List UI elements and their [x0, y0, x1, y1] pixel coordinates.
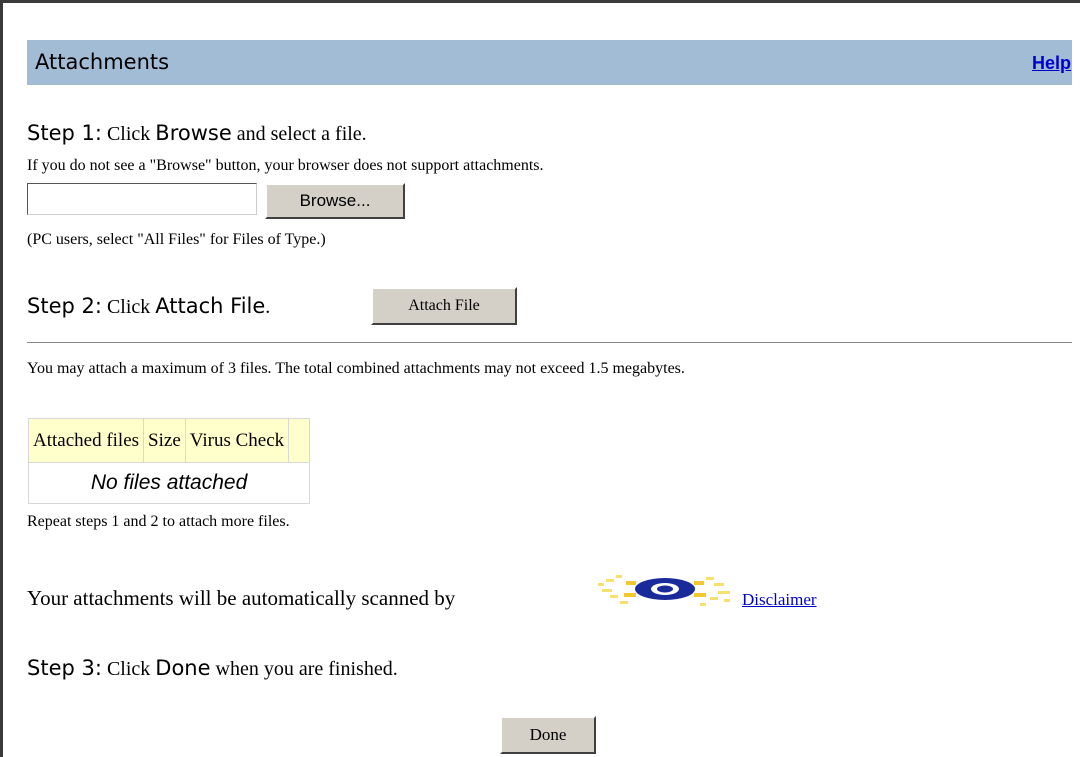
step3-label: Step 3: — [27, 656, 102, 680]
attachments-header-bar — [27, 40, 1072, 85]
file-path-input[interactable] — [27, 183, 257, 215]
step3-text-before: Click — [101, 658, 156, 680]
step2-keyword: Attach File — [155, 294, 266, 318]
pc-users-hint: (PC users, select "All Files" for Files … — [27, 231, 326, 248]
step2-heading: Step 2: Click Attach File. — [27, 294, 270, 319]
no-files-message: No files attached — [28, 462, 310, 504]
step3-heading: Step 3: Click Done when you are finished… — [27, 656, 398, 681]
table-row: No files attached — [28, 462, 310, 504]
page-title: Attachments — [35, 50, 170, 74]
virus-scanner-logo-icon — [598, 575, 730, 606]
step3-text-after: when you are finished. — [210, 658, 398, 680]
step1-text-after: and select a file. — [231, 123, 367, 145]
section-divider — [27, 342, 1072, 343]
step2-label: Step 2: — [27, 294, 102, 318]
table-header-row: Attached files Size Virus Check — [28, 418, 311, 463]
disclaimer-link[interactable]: Disclaimer — [742, 590, 817, 610]
window-top-border — [0, 0, 1080, 3]
step1-keyword: Browse — [155, 121, 232, 145]
column-header-virus-check: Virus Check — [185, 418, 290, 463]
browser-support-note: If you do not see a "Browse" button, you… — [27, 157, 544, 174]
step1-label: Step 1: — [27, 121, 102, 145]
step2-text-before: Click — [101, 296, 156, 318]
column-header-attached-files: Attached files — [28, 418, 145, 463]
attach-file-button[interactable]: Attach File — [371, 287, 517, 325]
attachment-limits-text: You may attach a maximum of 3 files. The… — [27, 360, 685, 377]
scan-notice-text: Your attachments will be automatically s… — [27, 586, 456, 610]
column-header-action — [288, 418, 311, 463]
attachments-table: Attached files Size Virus Check No files… — [28, 418, 311, 504]
column-header-size: Size — [143, 418, 186, 463]
step1-heading: Step 1: Click Browse and select a file. — [27, 121, 367, 146]
step3-keyword: Done — [155, 656, 211, 680]
repeat-steps-text: Repeat steps 1 and 2 to attach more file… — [27, 513, 290, 530]
step1-text-before: Click — [101, 123, 156, 145]
window-left-border — [0, 0, 3, 757]
step2-text-after: . — [265, 296, 271, 318]
done-button[interactable]: Done — [500, 716, 596, 754]
browse-button[interactable]: Browse... — [265, 183, 405, 219]
help-link[interactable]: Help — [1032, 53, 1071, 74]
